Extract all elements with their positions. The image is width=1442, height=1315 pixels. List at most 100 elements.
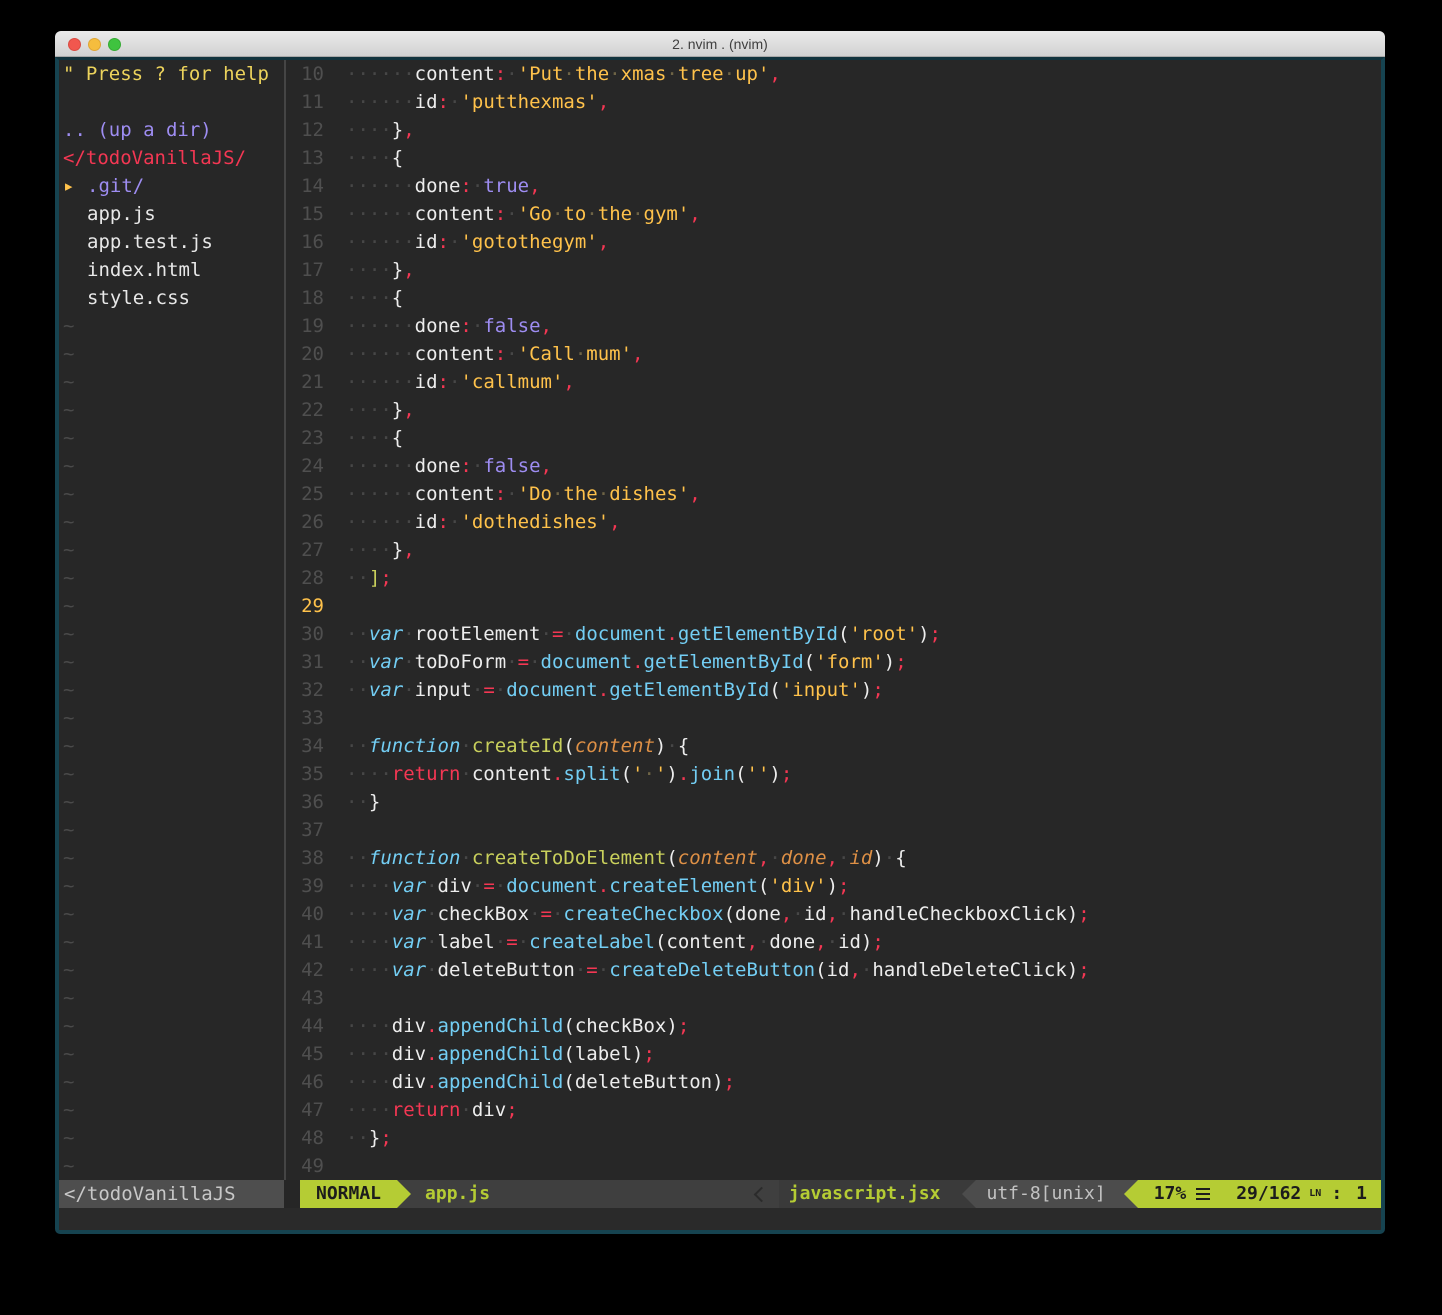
line-number: 37 <box>286 816 340 844</box>
command-line[interactable] <box>59 1208 1381 1231</box>
code-text: ··]; <box>340 564 392 592</box>
code-line-32[interactable]: 32··var·input·=·document.getElementById(… <box>286 676 1381 704</box>
close-button[interactable] <box>68 38 81 51</box>
code-line-30[interactable]: 30··var·rootElement·=·document.getElemen… <box>286 620 1381 648</box>
code-line-48[interactable]: 48··}; <box>286 1124 1381 1152</box>
code-text: ····{ <box>340 284 403 312</box>
tree-item-up-a-dir[interactable]: .. (up a dir) <box>59 116 284 144</box>
code-line-16[interactable]: 16······id:·'gotothegym', <box>286 228 1381 256</box>
code-text <box>340 592 346 620</box>
code-text: ······id:·'callmum', <box>340 368 575 396</box>
code-line-25[interactable]: 25······content:·'Do·the·dishes', <box>286 480 1381 508</box>
code-line-11[interactable]: 11······id:·'putthexmas', <box>286 88 1381 116</box>
line-number: 28 <box>286 564 340 592</box>
code-line-45[interactable]: 45····div.appendChild(label); <box>286 1040 1381 1068</box>
empty-line-tilde: ~ <box>59 396 284 424</box>
tree-item-app-test-js[interactable]: app.test.js <box>59 228 284 256</box>
code-line-47[interactable]: 47····return·div; <box>286 1096 1381 1124</box>
code-line-12[interactable]: 12····}, <box>286 116 1381 144</box>
code-line-34[interactable]: 34··function·createId(content)·{ <box>286 732 1381 760</box>
code-text: ··var·toDoForm·=·document.getElementById… <box>340 648 907 676</box>
code-text: ····}, <box>340 536 415 564</box>
code-line-37[interactable]: 37 <box>286 816 1381 844</box>
code-line-22[interactable]: 22····}, <box>286 396 1381 424</box>
line-number: 25 <box>286 480 340 508</box>
code-text <box>340 704 346 732</box>
tree-item-todovanillajs[interactable]: </todoVanillaJS/ <box>59 144 284 172</box>
tree-item-label: app.test.js <box>87 228 213 256</box>
tree-item-label: app.js <box>87 200 156 228</box>
line-number: 10 <box>286 60 340 88</box>
minimize-button[interactable] <box>88 38 101 51</box>
code-line-40[interactable]: 40····var·checkBox·=·createCheckbox(done… <box>286 900 1381 928</box>
code-line-23[interactable]: 23····{ <box>286 424 1381 452</box>
line-number: 30 <box>286 620 340 648</box>
powerline-arrow-icon <box>1124 1180 1138 1208</box>
blank-line <box>59 88 284 116</box>
code-text: ······content:·'Go·to·the·gym', <box>340 200 701 228</box>
tree-item-app-js[interactable]: app.js <box>59 200 284 228</box>
tree-item-style-css[interactable]: style.css <box>59 284 284 312</box>
tree-indent <box>63 228 87 256</box>
code-text: ····var·checkBox·=·createCheckbox(done,·… <box>340 900 1090 928</box>
code-text: ····}, <box>340 256 415 284</box>
code-line-20[interactable]: 20······content:·'Call·mum', <box>286 340 1381 368</box>
code-text: ··} <box>340 788 380 816</box>
code-line-18[interactable]: 18····{ <box>286 284 1381 312</box>
empty-line-tilde: ~ <box>59 704 284 732</box>
code-line-14[interactable]: 14······done:·true, <box>286 172 1381 200</box>
code-line-36[interactable]: 36··} <box>286 788 1381 816</box>
nerdtree-statusline: </todoVanillaJS <box>59 1180 284 1208</box>
terminal-content: " Press ? for help.. (up a dir)</todoVan… <box>55 57 1385 1234</box>
collapsed-dir-arrow-icon[interactable]: ▸ <box>63 172 87 200</box>
code-line-15[interactable]: 15······content:·'Go·to·the·gym', <box>286 200 1381 228</box>
code-line-13[interactable]: 13····{ <box>286 144 1381 172</box>
line-number: 21 <box>286 368 340 396</box>
code-line-44[interactable]: 44····div.appendChild(checkBox); <box>286 1012 1381 1040</box>
code-line-17[interactable]: 17····}, <box>286 256 1381 284</box>
code-line-21[interactable]: 21······id:·'callmum', <box>286 368 1381 396</box>
empty-line-tilde: ~ <box>59 480 284 508</box>
code-line-43[interactable]: 43 <box>286 984 1381 1012</box>
empty-line-tilde: ~ <box>59 564 284 592</box>
tree-item-index-html[interactable]: index.html <box>59 256 284 284</box>
empty-line-tilde: ~ <box>59 424 284 452</box>
empty-line-tilde: ~ <box>59 1124 284 1152</box>
code-line-39[interactable]: 39····var·div·=·document.createElement('… <box>286 872 1381 900</box>
code-line-33[interactable]: 33 <box>286 704 1381 732</box>
cursor-position-segment: 17% 29/162 LN : 1 <box>1138 1180 1381 1208</box>
code-text <box>340 816 346 844</box>
code-line-26[interactable]: 26······id:·'dothedishes', <box>286 508 1381 536</box>
code-line-10[interactable]: 10······content:·'Put·the·xmas·tree·up', <box>286 60 1381 88</box>
code-text <box>340 984 346 1012</box>
code-text: ······id:·'putthexmas', <box>340 88 609 116</box>
empty-line-tilde: ~ <box>59 1152 284 1180</box>
maxlinenr-icon: LN <box>1309 1191 1321 1197</box>
empty-line-tilde: ~ <box>59 592 284 620</box>
code-line-42[interactable]: 42····var·deleteButton·=·createDeleteBut… <box>286 956 1381 984</box>
code-line-28[interactable]: 28··]; <box>286 564 1381 592</box>
code-line-29[interactable]: 29 <box>286 592 1381 620</box>
empty-line-tilde: ~ <box>59 676 284 704</box>
code-line-38[interactable]: 38··function·createToDoElement(content,·… <box>286 844 1381 872</box>
code-line-46[interactable]: 46····div.appendChild(deleteButton); <box>286 1068 1381 1096</box>
code-line-31[interactable]: 31··var·toDoForm·=·document.getElementBy… <box>286 648 1381 676</box>
code-line-35[interactable]: 35····return·content.split('·').join('')… <box>286 760 1381 788</box>
tree-item-label: .git/ <box>87 172 144 200</box>
zoom-button[interactable] <box>108 38 121 51</box>
editor-buffer[interactable]: 10······content:·'Put·the·xmas·tree·up',… <box>286 60 1381 1180</box>
tree-item-label: .. (up a dir) <box>63 116 212 144</box>
code-line-24[interactable]: 24······done:·false, <box>286 452 1381 480</box>
scroll-percent: 17% <box>1154 1180 1187 1208</box>
empty-line-tilde: ~ <box>59 816 284 844</box>
code-line-41[interactable]: 41····var·label·=·createLabel(content,·d… <box>286 928 1381 956</box>
line-number: 24 <box>286 452 340 480</box>
code-line-19[interactable]: 19······done:·false, <box>286 312 1381 340</box>
code-line-49[interactable]: 49 <box>286 1152 1381 1180</box>
code-line-27[interactable]: 27····}, <box>286 536 1381 564</box>
statusline: </todoVanillaJS NORMAL app.js javascript… <box>59 1180 1381 1208</box>
code-text: ··}; <box>340 1124 392 1152</box>
tree-item-git[interactable]: ▸.git/ <box>59 172 284 200</box>
empty-line-tilde: ~ <box>59 732 284 760</box>
window-titlebar[interactable]: 2. nvim . (nvim) <box>55 31 1385 57</box>
